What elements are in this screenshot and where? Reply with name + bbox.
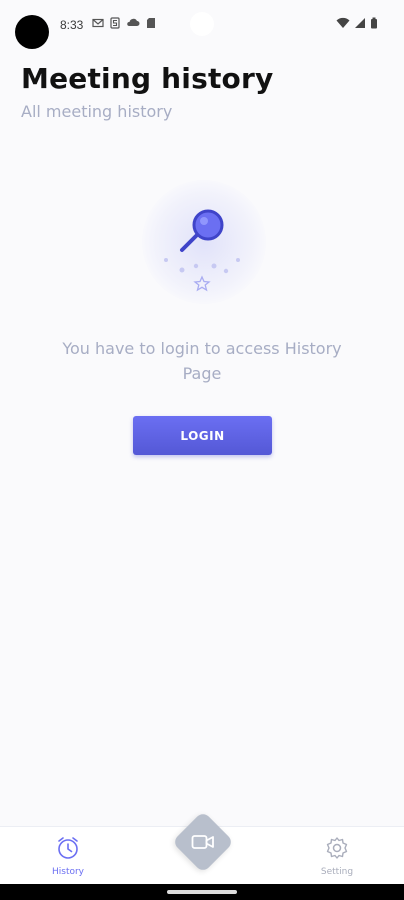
front-camera <box>15 15 49 49</box>
status-time: 8:33 <box>60 18 84 32</box>
nav-item-setting[interactable]: Setting <box>307 835 367 877</box>
wifi-icon <box>336 17 350 28</box>
cloud-icon <box>127 18 140 26</box>
nav-label-history: History <box>51 867 85 877</box>
battery-icon <box>371 17 377 29</box>
alarm-clock-icon <box>58 837 78 859</box>
login-button[interactable]: LOGIN <box>133 416 272 455</box>
status-icons-left <box>92 17 156 29</box>
login-required-message: You have to login to access History Page <box>62 339 342 383</box>
gear-icon <box>326 837 348 859</box>
signal-icon <box>355 18 365 28</box>
page-subtitle: All meeting history <box>21 102 173 121</box>
home-indicator[interactable] <box>167 890 237 894</box>
video-camera-icon <box>191 835 214 849</box>
s-icon <box>110 17 120 29</box>
empty-state-illustration <box>142 180 266 304</box>
mail-icon <box>92 18 104 28</box>
magnifier-icon <box>164 209 240 292</box>
status-icons-right <box>336 17 378 29</box>
nav-item-history[interactable]: History <box>38 835 98 877</box>
page-title: Meeting history <box>21 62 274 95</box>
status-bar: 8:33 <box>0 0 404 52</box>
camera-notch <box>190 12 214 36</box>
nav-label-setting: Setting <box>320 867 354 877</box>
sdcard-icon <box>147 18 155 28</box>
